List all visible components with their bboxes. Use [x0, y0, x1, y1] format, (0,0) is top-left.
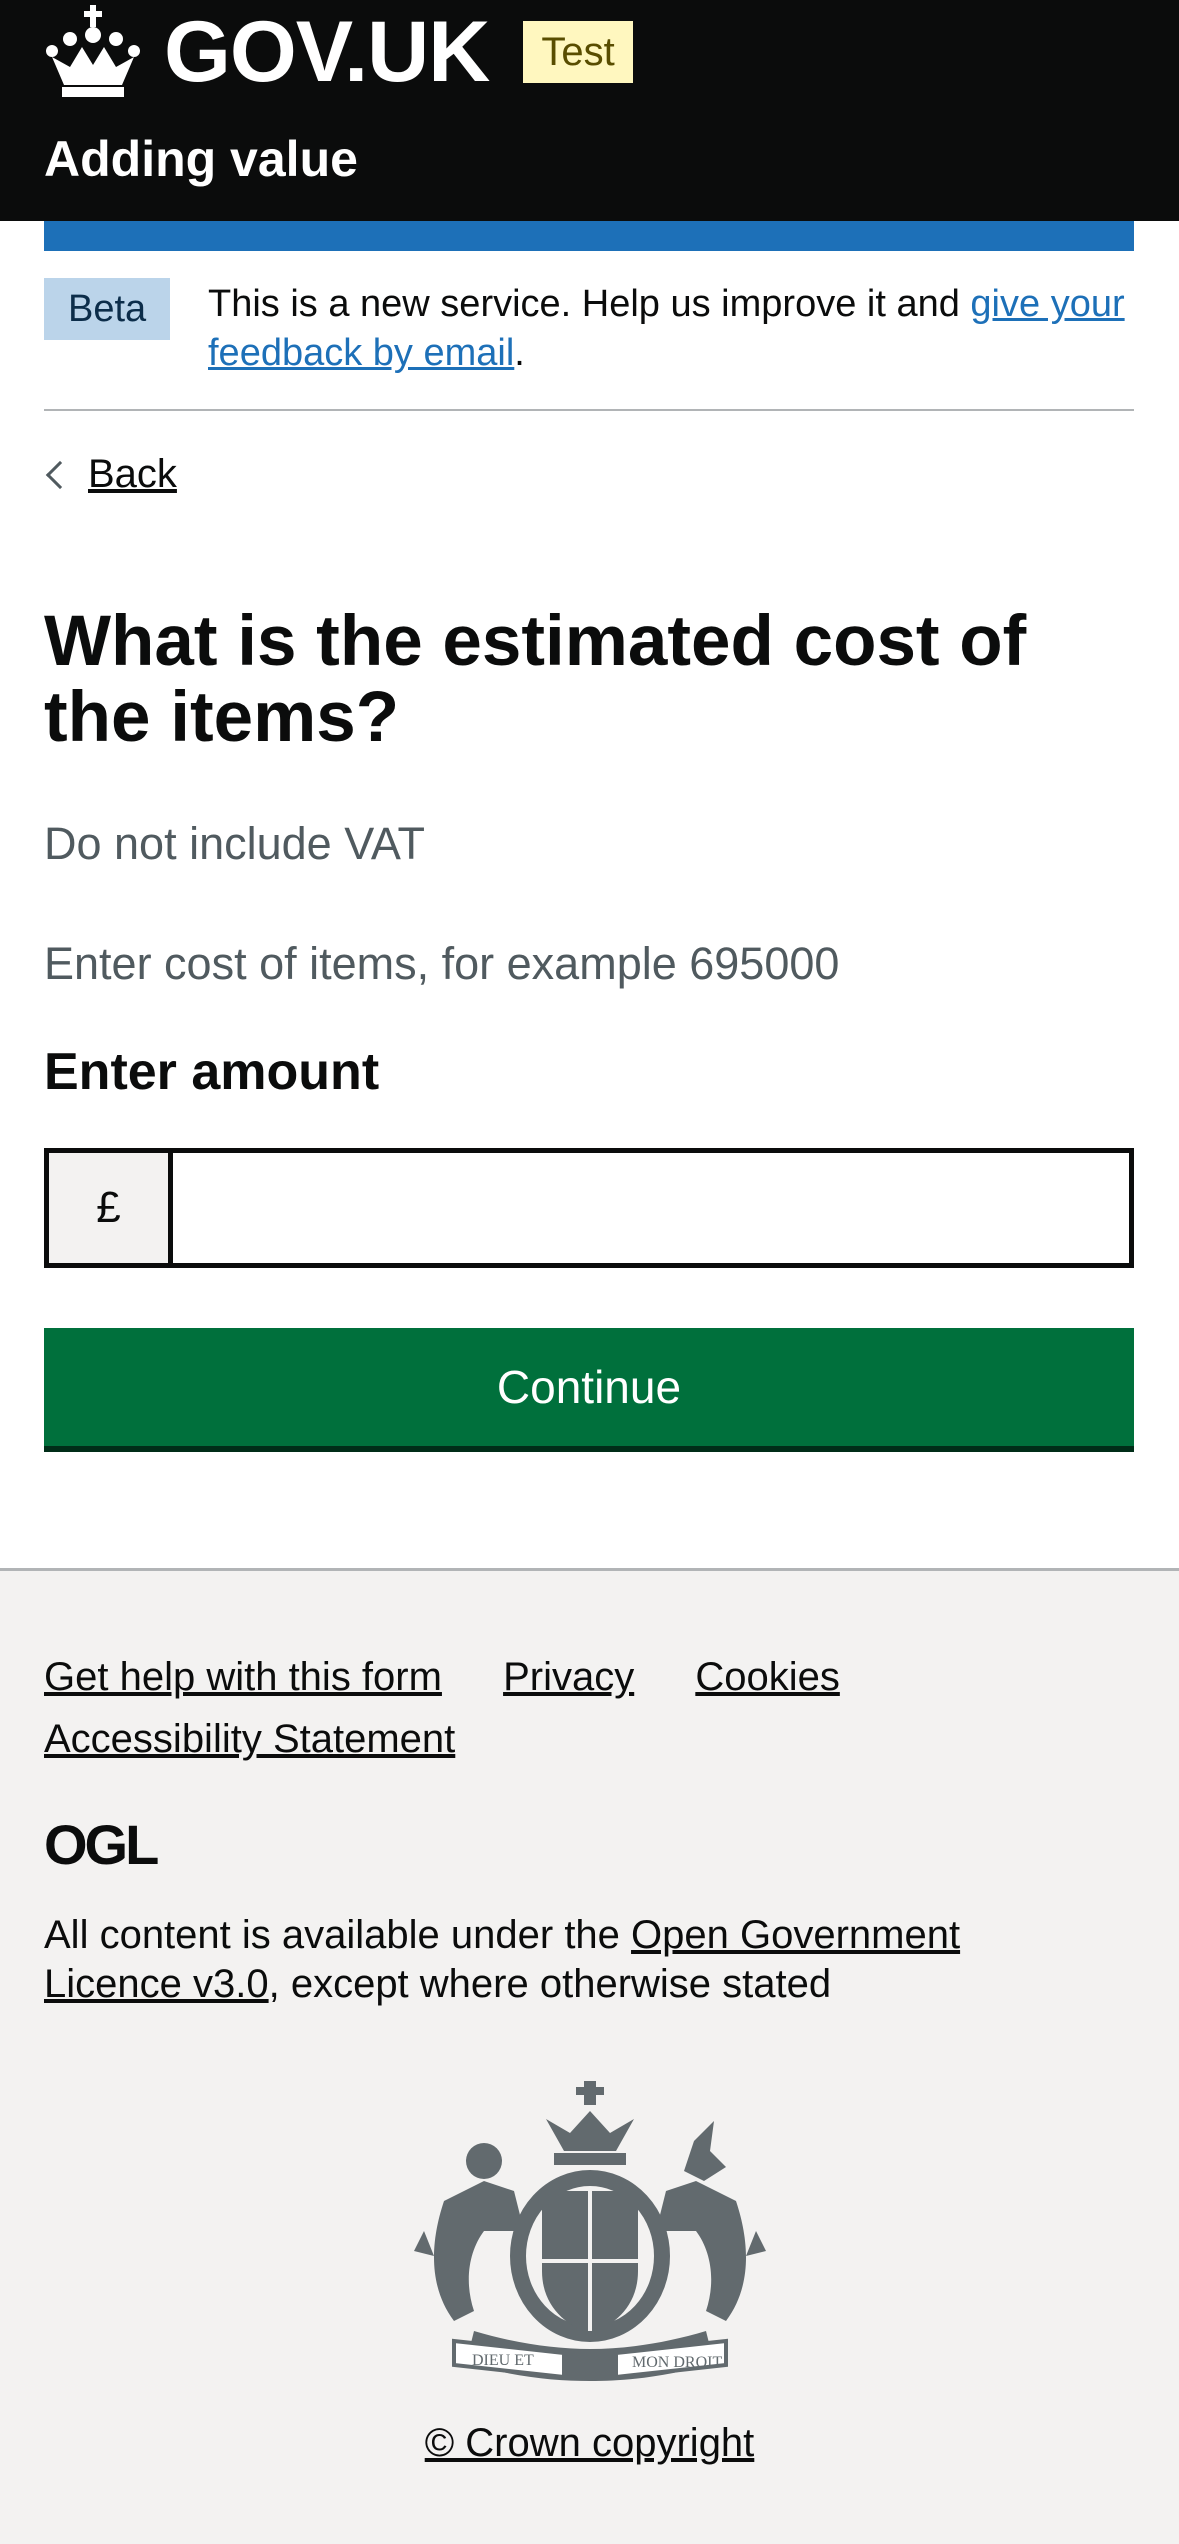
header: GOV.UK Test Adding value — [0, 0, 1179, 221]
currency-prefix: £ — [44, 1148, 168, 1268]
header-blue-bar — [44, 221, 1134, 251]
motto-right: MON DROIT — [632, 2354, 722, 2371]
phase-text-before: This is a new service. Help us improve i… — [208, 283, 971, 325]
licence-after: , except where otherwise stated — [268, 1962, 832, 2006]
footer-link-accessibility[interactable]: Accessibility Statement — [44, 1717, 455, 1761]
back-label: Back — [88, 452, 177, 496]
chevron-left-icon — [45, 460, 75, 489]
footer-link-cookies[interactable]: Cookies — [695, 1655, 840, 1699]
beta-tag: Beta — [44, 278, 171, 340]
footer-link-help[interactable]: Get help with this form — [44, 1655, 442, 1699]
amount-input-group: £ — [44, 1148, 1134, 1268]
govuk-logo[interactable]: GOV.UK Test — [44, 2, 633, 102]
amount-input[interactable] — [168, 1148, 1134, 1268]
licence-before: All content is available under the — [44, 1913, 632, 1957]
hint-example: Enter cost of items, for example 695000 — [44, 938, 840, 989]
back-link[interactable]: Back — [44, 452, 177, 497]
amount-label: Enter amount — [44, 1043, 380, 1101]
continue-button[interactable]: Continue — [44, 1328, 1134, 1446]
logo-text: GOV.UK — [164, 4, 490, 100]
ogl-logo-text: OGL — [44, 1819, 158, 1869]
phase-text-after: . — [514, 332, 525, 374]
crown-copyright-link[interactable]: © Crown copyright — [0, 2421, 1179, 2466]
crown-icon — [46, 5, 140, 97]
footer-links: Get help with this form Privacy Cookies … — [44, 1646, 1134, 1770]
ogl-logo-icon: OGL — [44, 1819, 161, 1869]
royal-coat-of-arms-icon: DIEU ET MON DROIT — [414, 2081, 766, 2381]
service-name[interactable]: Adding value — [44, 130, 358, 188]
page-title: What is the estimated cost of the items? — [44, 602, 1027, 757]
motto-left: DIEU ET — [472, 2352, 534, 2369]
licence-text: All content is available under the Open … — [44, 1911, 1044, 2009]
environment-tag: Test — [523, 21, 633, 83]
footer: Get help with this form Privacy Cookies … — [0, 1568, 1179, 2544]
footer-link-privacy[interactable]: Privacy — [503, 1655, 634, 1699]
phase-banner-text: This is a new service. Help us improve i… — [208, 280, 1134, 378]
hint-vat: Do not include VAT — [44, 818, 426, 869]
phase-banner: Beta This is a new service. Help us impr… — [44, 276, 1134, 411]
